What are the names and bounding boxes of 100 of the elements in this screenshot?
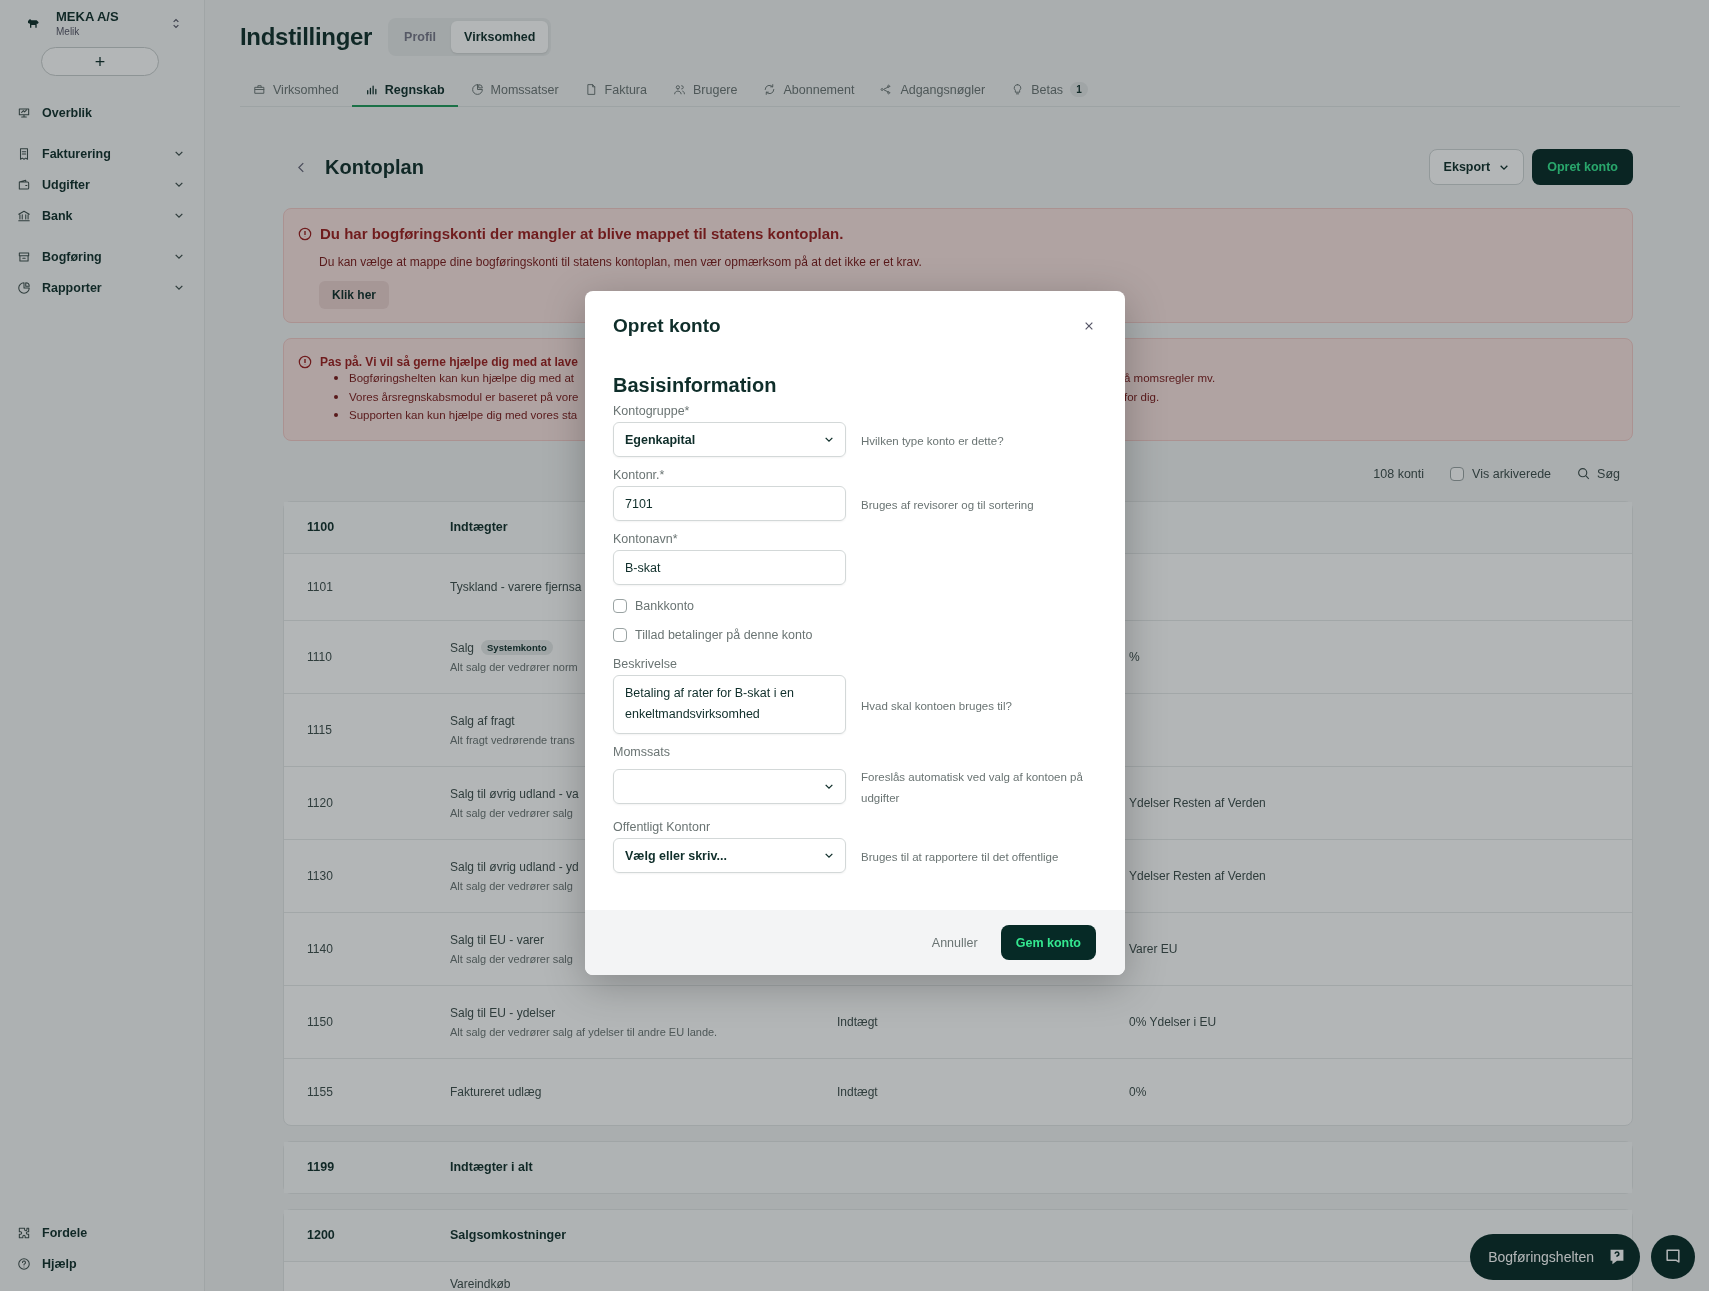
count-badge: 1 bbox=[1070, 82, 1088, 97]
select-field[interactable]: Vælg eller skriv... bbox=[613, 838, 846, 873]
table-cell: Indtægter bbox=[450, 520, 508, 534]
table-cell-text: Ydelser Resten af Verden bbox=[1129, 868, 1267, 883]
table-cell: Salg bbox=[450, 640, 475, 655]
receipt-icon bbox=[17, 146, 31, 161]
create-account-button[interactable]: Opret konto bbox=[1532, 149, 1633, 185]
input-field[interactable]: B-skat bbox=[613, 550, 846, 585]
checkbox-label: Bankkonto bbox=[635, 598, 695, 613]
chevron-down-icon bbox=[174, 181, 184, 188]
bar-chart-icon bbox=[364, 83, 378, 96]
table-cell-text: 1140 bbox=[307, 941, 334, 956]
section-title: Kontoplan bbox=[325, 155, 424, 179]
sort-caret-icon[interactable] bbox=[172, 17, 180, 29]
briefcase-icon bbox=[253, 83, 266, 96]
chevron-down-icon bbox=[824, 852, 834, 859]
click-here-button[interactable]: Klik her bbox=[319, 281, 389, 309]
list-item: Supporten kan kun hjælpe dig med vores sta bbox=[349, 409, 578, 422]
tab[interactable]: Regnskab bbox=[351, 74, 458, 107]
field-hint: Hvad skal kontoen bruges til? bbox=[861, 699, 1012, 714]
modal-title: Opret konto bbox=[613, 315, 721, 337]
alert-title: Du har bogføringskonti der mangler at blive mappet til statens kontoplan. bbox=[320, 225, 844, 242]
alert-icon bbox=[298, 355, 312, 369]
input-field[interactable]: 7101 bbox=[613, 486, 846, 521]
bullet-icon bbox=[334, 394, 338, 399]
table-cell: Salg til øvrig udland - va bbox=[450, 786, 579, 801]
account-count: 108 konti bbox=[1373, 466, 1425, 481]
list-item: for dig. bbox=[1124, 390, 1161, 403]
page-title: Indstillinger bbox=[240, 23, 373, 51]
list-item: Vores årsregnskabsmodul er baseret på vore bbox=[349, 390, 579, 403]
bullet-icon bbox=[334, 413, 338, 418]
refresh-icon bbox=[763, 83, 777, 96]
cancel-button[interactable]: Annuller bbox=[923, 935, 986, 950]
table-cell-text: Indtægt bbox=[837, 1084, 879, 1099]
table-cell: Faktureret udlæg bbox=[450, 1084, 542, 1099]
chevron-down-icon bbox=[174, 150, 184, 157]
search-button[interactable]: Søg bbox=[1577, 466, 1620, 481]
table-cell: Alt salg der vedrører salg bbox=[450, 952, 573, 965]
nav-item[interactable]: Fordele bbox=[0, 1217, 204, 1248]
table-cell: Alt fragt vedrørende trans bbox=[450, 733, 575, 746]
close-icon[interactable] bbox=[1084, 321, 1094, 331]
table-cell-text: 1130 bbox=[307, 868, 334, 883]
checkbox[interactable] bbox=[613, 627, 627, 642]
bank-icon bbox=[17, 208, 31, 223]
nav-item[interactable]: Bank bbox=[0, 200, 204, 231]
field-hint: Foreslås automatisk ved valg af kontoen på udgifter bbox=[861, 770, 1084, 806]
board-icon bbox=[17, 105, 31, 120]
company-name: MEKA A/S bbox=[56, 9, 120, 24]
checkbox-label: Tillad betalinger på denne konto bbox=[635, 627, 813, 642]
list-item: å momsregler mv. bbox=[1124, 372, 1217, 385]
table-cell: Alt salg der vedrører salg bbox=[450, 879, 573, 892]
chevron-down-icon bbox=[174, 253, 184, 260]
segment-tab[interactable]: Virksomhed bbox=[451, 21, 549, 53]
table-cell: Salg til EU - ydelser bbox=[450, 1005, 556, 1020]
text-area[interactable]: Betaling af rater for B-skat i en enkeltmandsvirksomhed bbox=[613, 675, 846, 734]
field-label: Momssats bbox=[613, 745, 671, 759]
nav-item[interactable]: Udgifter bbox=[0, 169, 204, 200]
checkbox[interactable] bbox=[613, 598, 627, 613]
alert-title: Pas på. Vi vil så gerne hjælpe dig med at lave bbox=[320, 355, 578, 369]
save-button[interactable]: Gem konto bbox=[1000, 925, 1096, 960]
chevron-down-icon bbox=[824, 436, 834, 443]
chevron-down-icon bbox=[824, 782, 834, 790]
table-cell: Salg til EU - varer bbox=[450, 932, 545, 947]
nav-item[interactable]: Rapporter bbox=[0, 272, 204, 303]
table-cell-text: Indtægt bbox=[837, 1014, 879, 1029]
select-field[interactable]: Egenkapital bbox=[613, 422, 846, 457]
pie-chart-icon bbox=[470, 83, 484, 96]
pie-chart-icon bbox=[17, 280, 31, 295]
nav-item[interactable]: Hjælp bbox=[0, 1248, 204, 1279]
checkbox[interactable] bbox=[1450, 466, 1465, 481]
alert-icon bbox=[298, 226, 312, 241]
table-cell-text: 0% bbox=[1129, 1084, 1148, 1099]
table-cell: Vareindkøb bbox=[450, 1276, 511, 1291]
table-cell-text: 1115 bbox=[307, 722, 333, 737]
chat-button[interactable] bbox=[1651, 1235, 1695, 1279]
field-label: Beskrivelse bbox=[613, 657, 678, 671]
field-hint: Hvilken type konto er dette? bbox=[861, 434, 1004, 449]
nav-item[interactable]: Overblik bbox=[0, 97, 204, 128]
list-item: Bogføringshelten kan kun hjælpe dig med at bbox=[349, 372, 575, 385]
table-cell: Tyskland - varere fjernsa bbox=[450, 579, 582, 594]
chevron-down-icon bbox=[174, 284, 184, 291]
chevron-down-icon bbox=[1499, 163, 1510, 171]
export-button[interactable]: Eksport bbox=[1428, 149, 1525, 185]
tab[interactable]: Betas 1 bbox=[998, 74, 1101, 107]
table-cell: Salgsomkostninger bbox=[450, 1228, 566, 1242]
add-button[interactable]: + bbox=[41, 47, 159, 76]
user-name: Melik bbox=[56, 26, 81, 37]
users-icon bbox=[673, 83, 686, 96]
table-cell-text: 1199 bbox=[307, 1160, 336, 1174]
bullet-icon bbox=[334, 376, 338, 381]
field-label: Kontonavn* bbox=[613, 532, 679, 546]
table-cell: Indtægter i alt bbox=[450, 1160, 533, 1174]
helper-button[interactable]: Bogføringshelten bbox=[1470, 1234, 1640, 1280]
nav-item[interactable]: Fakturering bbox=[0, 138, 204, 169]
back-chevron-icon[interactable] bbox=[298, 161, 305, 173]
select-field[interactable] bbox=[613, 768, 846, 804]
table-cell: Alt salg der vedrører salg bbox=[450, 806, 573, 819]
nav-item[interactable]: Bogføring bbox=[0, 241, 204, 272]
tag: Systemkonto bbox=[481, 640, 553, 655]
table-cell-text: 1155 bbox=[307, 1084, 334, 1099]
